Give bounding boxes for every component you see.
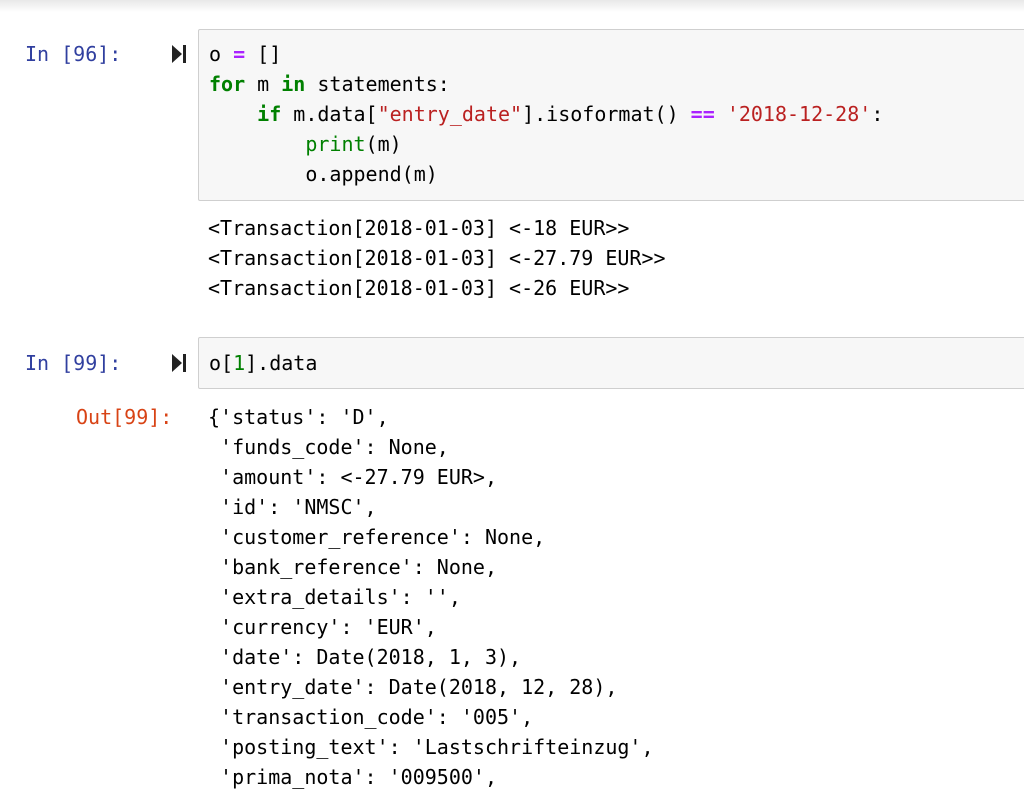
code-line: o.append(m) (209, 162, 438, 186)
output-line: <Transaction[2018-01-03] <-18 EUR>> (208, 216, 630, 240)
output-line: 'amount': <-27.79 EUR>, (208, 465, 497, 489)
code-cell-99[interactable]: o[1].data (198, 337, 1024, 389)
code-line: o = [] (209, 42, 282, 66)
code-line: for m in statements: (209, 72, 450, 96)
output-line: 'posting_text': 'Lastschrifteinzug', (208, 735, 654, 759)
output-line: 'date': Date(2018, 1, 3), (208, 645, 522, 669)
code-line: if m.data["entry_date"].isoformat() == '… (257, 102, 884, 126)
output-line: 'bank_reference': None, (208, 555, 497, 579)
code-editor[interactable]: o[1].data (199, 338, 1024, 378)
run-cell-icon[interactable] (171, 43, 187, 65)
output-line: 'customer_reference': None, (208, 525, 546, 549)
output-line: <Transaction[2018-01-03] <-27.79 EUR>> (208, 246, 666, 270)
input-prompt-96: In [96]: (25, 42, 122, 66)
output-line: 'id': 'NMSC', (208, 495, 377, 519)
output-line: {'status': 'D', (208, 405, 389, 429)
notebook-toolbar-shadow (0, 0, 1024, 12)
code-line: print(m) (305, 132, 402, 156)
cell-stdout: <Transaction[2018-01-03] <-18 EUR>> <Tra… (208, 213, 666, 303)
run-cell-icon[interactable] (171, 352, 187, 374)
output-prompt-99: Out[99]: (76, 405, 173, 429)
output-line: 'currency': 'EUR', (208, 615, 437, 639)
output-line: <Transaction[2018-01-03] <-26 EUR>> (208, 276, 630, 300)
output-line: 'entry_date': Date(2018, 12, 28), (208, 675, 618, 699)
output-line: 'funds_code': None, (208, 435, 449, 459)
code-cell-96[interactable]: o = [] for m in statements: if m.data["e… (198, 29, 1024, 201)
input-prompt-99: In [99]: (25, 351, 122, 375)
cell-output: {'status': 'D', 'funds_code': None, 'amo… (208, 402, 654, 792)
code-line: o[1].data (209, 351, 318, 375)
output-line: 'prima_nota': '009500', (208, 765, 497, 789)
code-editor[interactable]: o = [] for m in statements: if m.data["e… (199, 30, 1024, 189)
output-line: 'extra_details': '', (208, 585, 461, 609)
output-line: 'transaction_code': '005', (208, 705, 534, 729)
